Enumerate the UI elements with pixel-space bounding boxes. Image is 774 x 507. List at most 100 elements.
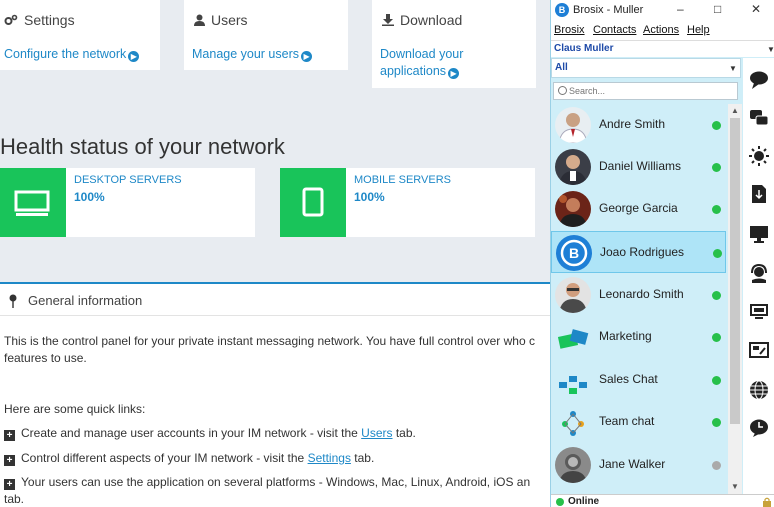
menu-actions[interactable]: Actions — [643, 24, 679, 36]
avatar — [555, 277, 591, 313]
arrow-circle-icon: ▶ — [128, 51, 140, 62]
offline-status-dot — [712, 461, 721, 470]
download-card-title: Download — [400, 12, 463, 28]
intro-text-line-1: This is the control panel for your priva… — [4, 334, 535, 348]
tablet-icon — [280, 168, 346, 237]
current-user-name: Claus Muller — [554, 43, 614, 54]
contact-search-box — [553, 82, 738, 100]
online-status-dot — [712, 291, 721, 300]
contact-name: Sales Chat — [599, 372, 658, 386]
close-icon[interactable]: ✕ — [751, 2, 761, 16]
history-icon[interactable] — [749, 418, 769, 438]
brosix-logo-icon: B — [555, 3, 569, 17]
sales-chat-group-icon — [555, 362, 591, 398]
lock-icon — [763, 497, 771, 507]
general-information-title: General information — [28, 293, 143, 308]
minimize-icon[interactable]: – — [677, 2, 684, 16]
pushpin-icon — [9, 294, 17, 308]
desktop-servers-card: DESKTOP SERVERS 100% — [0, 168, 255, 237]
online-status-dot — [712, 418, 721, 427]
contact-jane-walker[interactable]: Jane Walker — [551, 444, 726, 486]
mobile-servers-value: 100% — [354, 190, 385, 204]
arrow-circle-icon: ▶ — [301, 51, 313, 62]
contact-name: Jane Walker — [599, 457, 666, 471]
users-card-header: Users — [194, 12, 248, 28]
file-transfer-icon[interactable] — [749, 184, 769, 204]
desktop-servers-value: 100% — [74, 190, 105, 204]
plus-square-icon: + — [4, 430, 15, 441]
intro-text-line-2: features to use. — [4, 351, 87, 365]
my-status-text: Online — [568, 496, 600, 507]
window-title: Brosix - Muller — [573, 4, 644, 16]
mobile-servers-card: MOBILE SERVERS 100% — [280, 168, 535, 237]
online-status-dot — [712, 205, 721, 214]
download-card-header: Download — [382, 12, 462, 28]
users-tab-link[interactable]: Users — [361, 426, 392, 440]
brosix-titlebar: B Brosix - Muller – □ ✕ — [551, 0, 774, 22]
plus-square-icon: + — [4, 455, 15, 466]
menu-help[interactable]: Help — [687, 24, 710, 36]
menu-contacts[interactable]: Contacts — [593, 24, 636, 36]
contact-daniel-williams[interactable]: Daniel Williams — [551, 146, 726, 188]
settings-card: Settings Configure the network ▶ — [0, 0, 160, 70]
contact-george-garcia[interactable]: George Garcia — [551, 188, 726, 230]
remote-desktop-icon[interactable] — [749, 301, 769, 321]
download-card: Download Download your applications ▶ — [372, 0, 536, 88]
group-sales-chat[interactable]: Sales Chat — [551, 359, 726, 401]
desktop-monitor-icon — [0, 168, 66, 237]
contact-list: Andre Smith Daniel Williams George Garci… — [551, 104, 729, 494]
contact-filter-value: All — [555, 62, 568, 73]
current-user-selector[interactable]: Claus Muller ▼ — [551, 40, 774, 57]
contact-list-scrollbar[interactable]: ▲ ▼ — [728, 104, 742, 494]
maximize-icon[interactable]: □ — [714, 2, 721, 16]
configure-network-link[interactable]: Configure the network ▶ — [4, 46, 140, 63]
online-status-dot — [556, 498, 564, 506]
status-bar[interactable]: Online — [551, 494, 774, 507]
group-marketing[interactable]: Marketing — [551, 316, 726, 358]
contact-joao-rodrigues[interactable]: B Joao Rodrigues — [551, 231, 726, 273]
globe-icon[interactable] — [749, 380, 769, 400]
contact-andre-smith[interactable]: Andre Smith — [551, 104, 726, 146]
chevron-down-icon: ▼ — [767, 45, 774, 54]
brosix-window: B Brosix - Muller – □ ✕ Brosix Contacts … — [550, 0, 774, 507]
search-icon — [558, 86, 567, 95]
menu-brosix[interactable]: Brosix — [554, 24, 585, 36]
avatar — [555, 149, 591, 185]
scroll-down-icon[interactable]: ▼ — [731, 482, 739, 491]
general-information-header: General information — [0, 282, 560, 316]
contact-name: Team chat — [599, 414, 655, 428]
arrow-circle-icon: ▶ — [448, 68, 460, 79]
menu-bar: Brosix Contacts Actions Help — [551, 22, 774, 40]
whiteboard-icon[interactable] — [749, 341, 769, 361]
contact-filter-select[interactable]: All ▼ — [551, 58, 741, 78]
group-team-chat[interactable]: Team chat — [551, 401, 726, 443]
chat-bubble-icon[interactable] — [749, 70, 769, 90]
support-headset-icon[interactable] — [749, 263, 769, 283]
download-applications-link[interactable]: Download your applications ▶ — [380, 46, 463, 80]
online-status-dot — [713, 249, 722, 258]
contact-search-input[interactable] — [569, 84, 729, 98]
scrollbar-thumb[interactable] — [730, 118, 740, 424]
team-chat-group-icon — [555, 404, 591, 440]
screen-share-icon[interactable] — [749, 224, 769, 244]
manage-users-link[interactable]: Manage your users ▶ — [192, 46, 313, 63]
group-chat-icon[interactable] — [749, 108, 769, 128]
download-icon — [382, 14, 394, 26]
mobile-servers-label: MOBILE SERVERS — [354, 174, 451, 186]
avatar — [555, 107, 591, 143]
quick-link-item: + Create and manage user accounts in your… — [4, 425, 416, 442]
chevron-down-icon: ▼ — [729, 64, 737, 73]
avatar — [555, 191, 591, 227]
brosix-logo-avatar: B — [556, 235, 592, 271]
quick-link-tail: tab. — [4, 492, 25, 506]
settings-tab-link[interactable]: Settings — [308, 451, 351, 465]
contact-leonardo-smith[interactable]: Leonardo Smith — [551, 274, 726, 316]
sun-icon[interactable] — [749, 146, 769, 166]
scroll-up-icon[interactable]: ▲ — [731, 106, 739, 115]
svg-text:B: B — [569, 245, 579, 261]
quick-link-item: + Control different aspects of your IM ne… — [4, 450, 374, 467]
quick-links-heading: Here are some quick links: — [4, 402, 146, 416]
contact-name: George Garcia — [599, 201, 678, 215]
avatar — [555, 447, 591, 483]
users-card: Users Manage your users ▶ — [184, 0, 348, 70]
